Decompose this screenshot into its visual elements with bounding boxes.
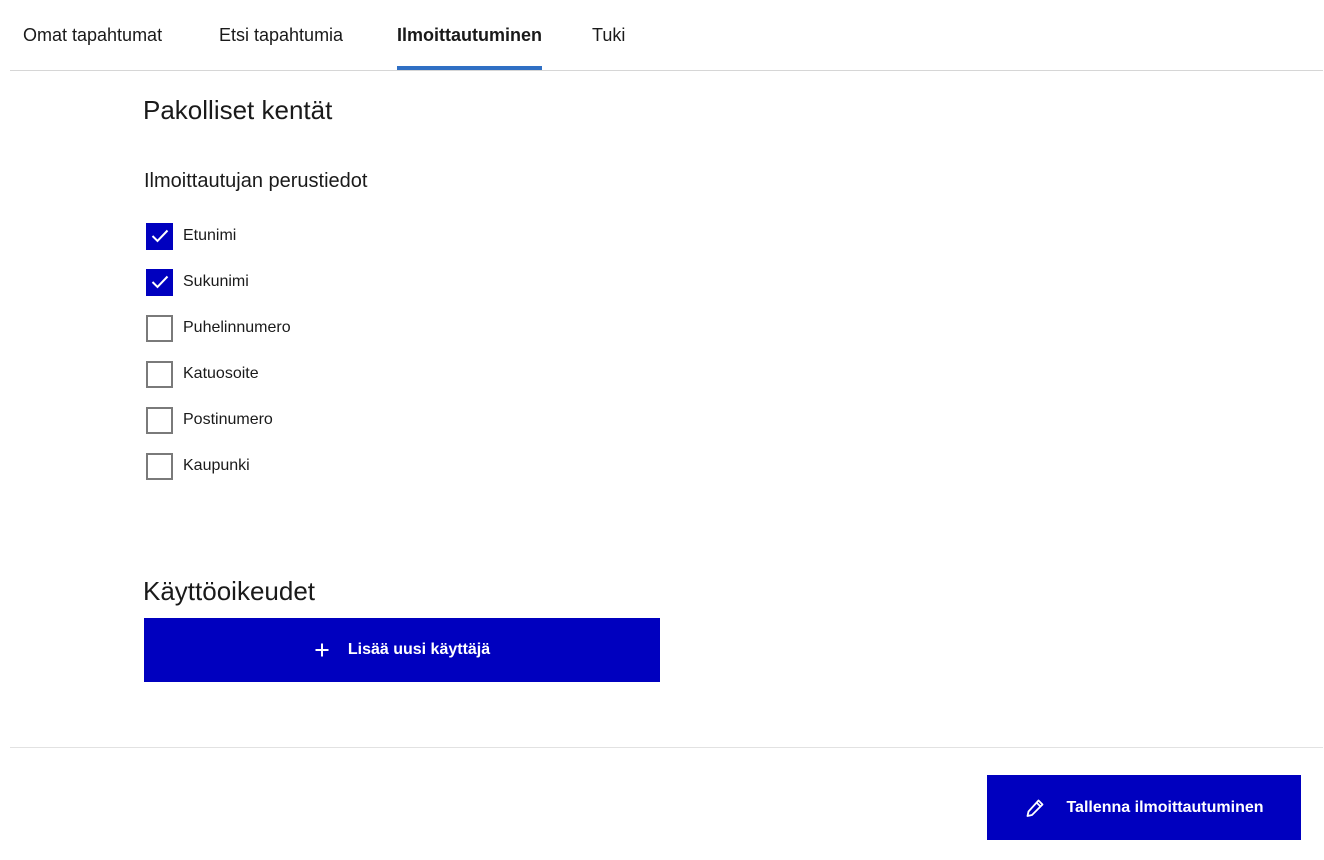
save-registration-label: Tallenna ilmoittautuminen <box>1066 798 1264 816</box>
checkbox-label: Sukunimi <box>183 273 249 290</box>
checkbox-box[interactable] <box>146 452 173 480</box>
plus-icon <box>315 643 329 657</box>
checkbox-label: Etunimi <box>183 227 237 244</box>
pencil-icon <box>1027 799 1044 817</box>
checkbox-box[interactable] <box>146 360 173 388</box>
checkbox-etunimi[interactable]: Etunimi <box>146 222 237 250</box>
add-user-label: Lisää uusi käyttäjä <box>347 641 491 658</box>
tab-etsi-tapahtumia[interactable]: Etsi tapahtumia <box>219 0 343 70</box>
basic-info-subheading: Ilmoittautujan perustiedot <box>144 170 368 192</box>
footer-divider <box>10 747 1323 748</box>
checkbox-sukunimi[interactable]: Sukunimi <box>146 268 249 296</box>
page: Omat tapahtumat Etsi tapahtumia Ilmoitta… <box>0 0 1324 860</box>
tab-ilmoittautuminen[interactable]: Ilmoittautuminen <box>397 0 542 70</box>
save-registration-button[interactable]: Tallenna ilmoittautuminen <box>987 775 1301 840</box>
checkbox-puhelinnumero[interactable]: Puhelinnumero <box>146 314 291 342</box>
add-user-button[interactable]: Lisää uusi käyttäjä <box>144 618 660 682</box>
checkbox-label: Kaupunki <box>183 457 250 474</box>
checkbox-box[interactable] <box>146 406 173 434</box>
checkmark-icon <box>151 275 168 289</box>
checkbox-label: Postinumero <box>183 411 273 428</box>
tab-omat-tapahtumat[interactable]: Omat tapahtumat <box>23 0 162 70</box>
checkbox-kaupunki[interactable]: Kaupunki <box>146 452 250 480</box>
checkmark-icon <box>151 229 168 243</box>
access-rights-heading: Käyttöoikeudet <box>143 576 316 606</box>
tab-tuki[interactable]: Tuki <box>592 0 625 70</box>
tab-bar: Omat tapahtumat Etsi tapahtumia Ilmoitta… <box>10 0 1323 71</box>
checkbox-katuosoite[interactable]: Katuosoite <box>146 360 259 388</box>
checkbox-box[interactable] <box>146 268 173 296</box>
required-fields-heading: Pakolliset kentät <box>143 95 333 125</box>
checkbox-postinumero[interactable]: Postinumero <box>146 406 273 434</box>
checkbox-label: Katuosoite <box>183 365 259 382</box>
checkbox-box[interactable] <box>146 314 173 342</box>
checkbox-label: Puhelinnumero <box>183 319 291 336</box>
checkbox-box[interactable] <box>146 222 173 250</box>
